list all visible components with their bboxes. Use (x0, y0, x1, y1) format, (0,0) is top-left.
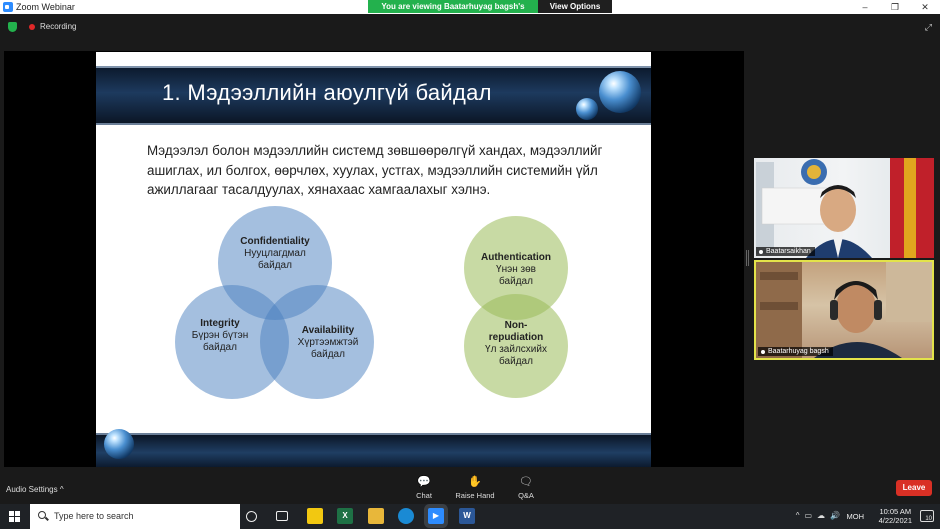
taskbar-clock[interactable]: 10:05 AM 4/22/2021 (879, 507, 912, 525)
search-icon (38, 511, 46, 519)
hand-icon: ✋ (468, 476, 482, 488)
recording-dot-icon (29, 24, 35, 30)
restore-button[interactable]: ❐ (880, 0, 910, 14)
label-confidentiality-title: Confidentiality (240, 236, 310, 247)
window-controls: – ❐ ✕ (850, 0, 940, 14)
qa-bubbles-icon: 🗨 (519, 476, 533, 488)
qa-label: Q&A (518, 491, 534, 500)
notification-center-icon[interactable]: 10 (920, 510, 934, 522)
file-explorer-icon[interactable] (368, 508, 384, 524)
label-authentication: Authentication Үнэн зөв байдал (461, 252, 571, 288)
label-confidentiality: Confidentiality Нууцлагдмал байдал (220, 236, 330, 272)
clock-time: 10:05 AM (879, 507, 912, 516)
clock-date: 4/22/2021 (878, 516, 912, 525)
label-non-repudiation-title1: Non- (504, 320, 528, 331)
input-language-indicator[interactable]: МОН (847, 512, 865, 521)
zoom-taskbar-icon[interactable]: ▶ (428, 508, 444, 524)
video-tile-baatarsaikhan[interactable]: Baatarsaikhan (754, 158, 934, 258)
sticky-notes-icon[interactable] (307, 508, 323, 524)
label-availability-line1: Хүртээмжтэй (297, 337, 359, 348)
fullscreen-expand-icon[interactable]: ⤢ (925, 22, 932, 33)
minimize-button[interactable]: – (850, 0, 880, 14)
globe-footer-decoration (104, 429, 134, 459)
leave-button[interactable]: Leave (896, 480, 932, 496)
viewing-message: You are viewing Baatarhuyag bagsh's scre… (368, 0, 538, 24)
label-integrity-line1: Бүрэн бүтэн (191, 330, 249, 341)
qa-button[interactable]: 🗨 Q&A (514, 476, 538, 500)
slide-footer-band (96, 429, 651, 467)
edge-browser-icon[interactable] (398, 508, 414, 524)
meeting-controls: Audio Settings ^ 💬 Chat ✋ Raise Hand 🗨 Q… (0, 472, 940, 504)
view-options-button[interactable]: View Options ⌄ (538, 0, 612, 24)
search-placeholder: Type here to search (54, 511, 134, 521)
label-availability-line2: байдал (311, 349, 345, 360)
taskbar-search-box[interactable]: Type here to search (30, 504, 240, 529)
security-shield-icon[interactable] (8, 22, 17, 32)
notification-count: 10 (925, 516, 932, 522)
label-authentication-line1: Үнэн зөв (496, 264, 536, 275)
label-non-repudiation: Non- repudiation Үл зайлсхийх байдал (461, 320, 571, 368)
task-view-icon[interactable] (276, 511, 288, 521)
label-integrity: Integrity Бүрэн бүтэн байдал (165, 318, 275, 354)
audio-settings-button[interactable]: Audio Settings ^ (6, 485, 64, 494)
participant-video-1 (756, 158, 934, 258)
excel-icon[interactable]: X (337, 508, 353, 524)
chat-bubble-icon: 💬 (417, 476, 431, 488)
cortana-icon[interactable] (246, 511, 257, 522)
label-availability-title: Availability (301, 325, 355, 336)
label-non-repudiation-line2: байдал (499, 356, 533, 367)
close-button[interactable]: ✕ (910, 0, 940, 14)
participant-name-1: Baatarsaikhan (756, 247, 815, 256)
label-non-repudiation-line1: Үл зайлсхийх (485, 344, 547, 355)
chat-label: Chat (416, 491, 432, 500)
raise-hand-button[interactable]: ✋ Raise Hand (452, 476, 498, 500)
label-integrity-title: Integrity (200, 318, 240, 329)
chat-button[interactable]: 💬 Chat (412, 476, 436, 500)
label-authentication-line2: байдал (499, 276, 533, 287)
screen-share-banner: You are viewing Baatarhuyag bagsh's scre… (368, 0, 612, 24)
label-authentication-title: Authentication (481, 252, 551, 263)
system-tray: ^▭☁🔊 МОН 10:05 AM 4/22/2021 10 (780, 504, 940, 529)
presentation-slide: 1. Мэдээллийн аюулгүй байдал Мэдээлэл бо… (96, 52, 651, 467)
video-tile-baatarhuyag[interactable]: Baatarhuyag bagsh (754, 260, 934, 360)
label-non-repudiation-title2: repudiation (488, 332, 544, 343)
label-availability: Availability Хүртээмжтэй байдал (273, 325, 383, 361)
participant-video-2 (756, 262, 932, 358)
label-confidentiality-line1: Нууцлагдмал (244, 248, 306, 259)
meeting-status-bar: Recording ⤢ (0, 14, 940, 38)
raise-hand-label: Raise Hand (455, 491, 495, 500)
window-title: Zoom Webinar (16, 2, 75, 12)
label-confidentiality-line2: байдал (258, 260, 292, 271)
panel-resize-handle[interactable] (746, 250, 749, 266)
recording-label: Recording (40, 22, 77, 31)
windows-taskbar: Type here to search X ▶ W ^▭☁🔊 МОН 10:05… (0, 504, 940, 529)
word-icon[interactable]: W (459, 508, 475, 524)
participant-name-2: Baatarhuyag bagsh (758, 347, 833, 356)
tray-status-icons[interactable]: ^▭☁🔊 (796, 511, 845, 520)
start-button[interactable] (0, 504, 30, 529)
zoom-app-icon (3, 2, 13, 12)
label-integrity-line2: байдал (203, 342, 237, 353)
